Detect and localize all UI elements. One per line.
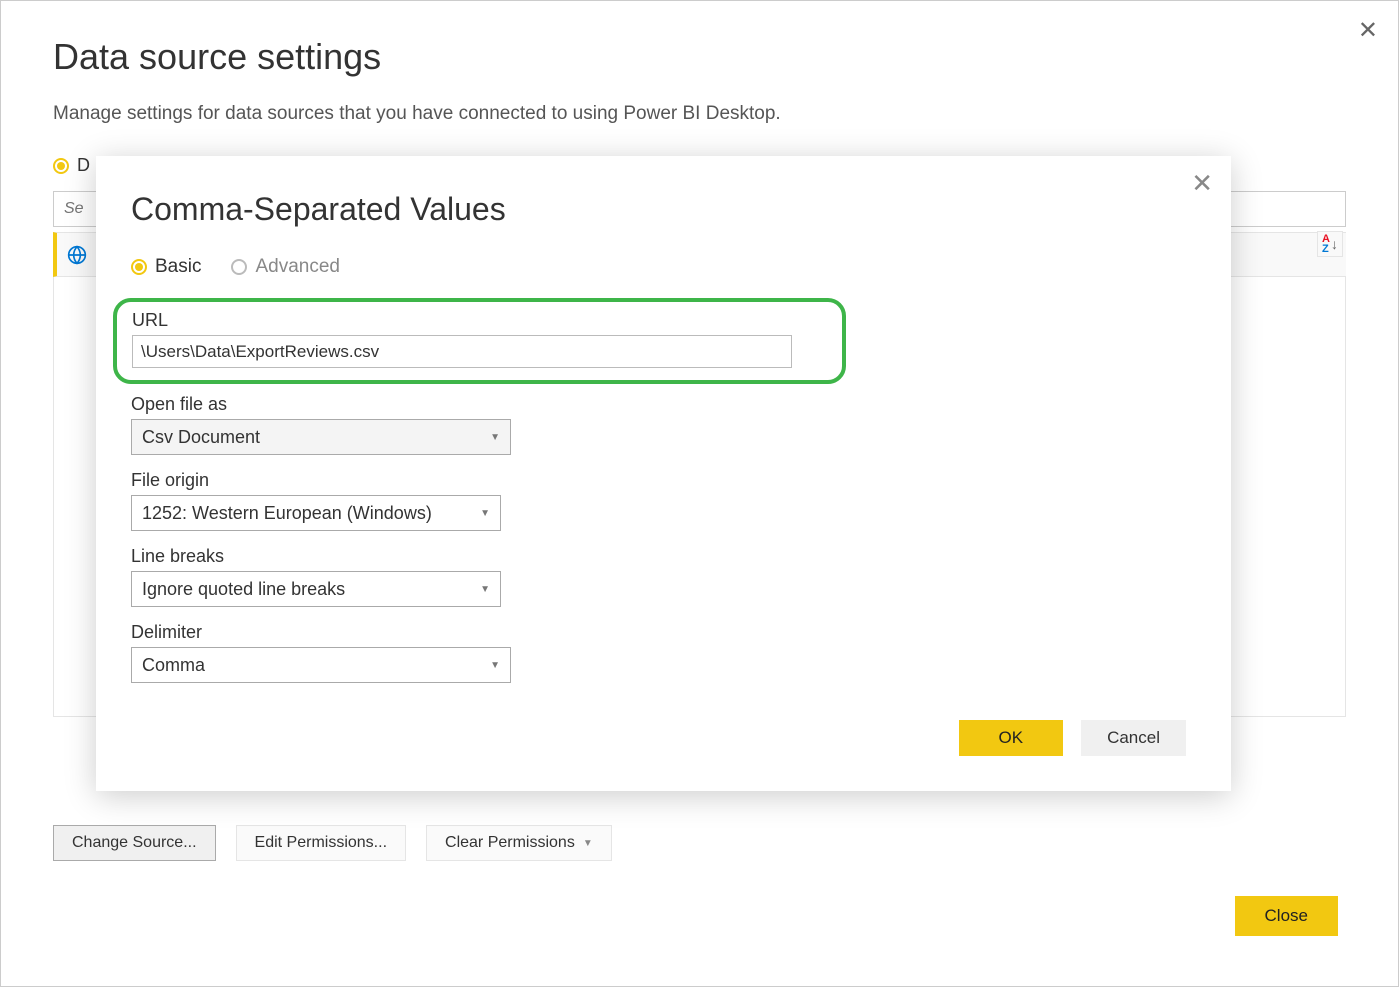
csv-settings-dialog: ✕ Comma-Separated Values Basic Advanced … — [96, 156, 1231, 791]
url-highlight-box: URL — [113, 298, 846, 384]
scope-radio[interactable]: D — [53, 155, 90, 176]
line-breaks-label: Line breaks — [131, 546, 1196, 567]
clear-permissions-button[interactable]: Clear Permissions ▼ — [426, 825, 612, 861]
chevron-down-icon: ▼ — [480, 584, 490, 595]
close-icon[interactable]: ✕ — [1358, 16, 1378, 45]
open-file-as-select[interactable]: Csv Document ▼ — [131, 419, 511, 455]
dialog-title: Data source settings — [53, 36, 1346, 78]
file-origin-group: File origin 1252: Western European (Wind… — [131, 470, 1196, 531]
chevron-down-icon: ▼ — [583, 838, 593, 849]
mode-radio-row: Basic Advanced — [131, 256, 1196, 278]
delimiter-group: Delimiter Comma ▼ — [131, 622, 1196, 683]
advanced-radio-label: Advanced — [255, 256, 340, 278]
csv-dialog-buttons: OK Cancel — [959, 720, 1186, 756]
radio-icon — [53, 158, 69, 174]
close-icon[interactable]: ✕ — [1191, 168, 1213, 199]
delimiter-label: Delimiter — [131, 622, 1196, 643]
action-buttons-row: Change Source... Edit Permissions... Cle… — [53, 825, 612, 861]
sort-button[interactable]: A Z ↓ — [1317, 231, 1343, 257]
file-origin-label: File origin — [131, 470, 1196, 491]
close-button[interactable]: Close — [1235, 896, 1338, 936]
url-input[interactable] — [132, 335, 792, 368]
open-file-as-label: Open file as — [131, 394, 1196, 415]
dialog-subtitle: Manage settings for data sources that yo… — [53, 103, 1346, 125]
file-origin-value: 1252: Western European (Windows) — [142, 503, 432, 524]
open-file-as-value: Csv Document — [142, 427, 260, 448]
globe-icon — [67, 245, 87, 265]
delimiter-select[interactable]: Comma ▼ — [131, 647, 511, 683]
edit-permissions-button[interactable]: Edit Permissions... — [236, 825, 406, 861]
cancel-button[interactable]: Cancel — [1081, 720, 1186, 756]
basic-radio-label: Basic — [155, 256, 201, 278]
line-breaks-value: Ignore quoted line breaks — [142, 579, 345, 600]
chevron-down-icon: ▼ — [480, 508, 490, 519]
change-source-button[interactable]: Change Source... — [53, 825, 216, 861]
edit-permissions-label: Edit Permissions... — [255, 834, 387, 852]
clear-permissions-label: Clear Permissions — [445, 834, 575, 852]
radio-icon — [131, 259, 147, 275]
delimiter-value: Comma — [142, 655, 205, 676]
basic-radio[interactable]: Basic — [131, 256, 201, 278]
ok-button[interactable]: OK — [959, 720, 1064, 756]
chevron-down-icon: ▼ — [490, 660, 500, 671]
radio-icon — [231, 259, 247, 275]
sort-z-icon: Z — [1322, 244, 1330, 254]
url-label: URL — [132, 310, 827, 331]
file-origin-select[interactable]: 1252: Western European (Windows) ▼ — [131, 495, 501, 531]
chevron-down-icon: ▼ — [490, 432, 500, 443]
line-breaks-group: Line breaks Ignore quoted line breaks ▼ — [131, 546, 1196, 607]
line-breaks-select[interactable]: Ignore quoted line breaks ▼ — [131, 571, 501, 607]
open-file-as-group: Open file as Csv Document ▼ — [131, 394, 1196, 455]
csv-dialog-title: Comma-Separated Values — [131, 191, 1196, 228]
advanced-radio[interactable]: Advanced — [231, 256, 340, 278]
scope-radio-label: D — [77, 155, 90, 176]
sort-arrow-icon: ↓ — [1331, 236, 1338, 252]
